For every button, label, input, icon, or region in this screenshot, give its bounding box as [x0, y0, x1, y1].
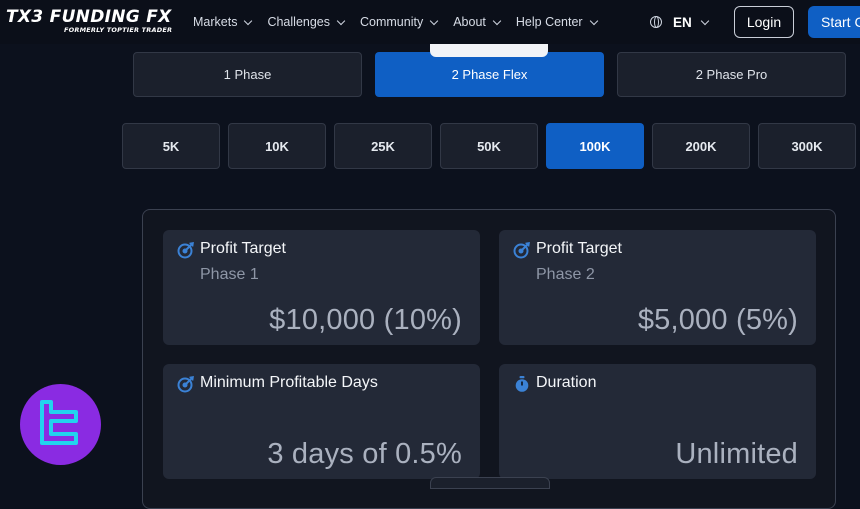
metric-subtitle: Phase 1 [200, 266, 259, 283]
metric-value: $5,000 (5%) [637, 304, 798, 336]
size-button-5k[interactable]: 5K [122, 123, 220, 169]
chevron-down-icon [492, 16, 502, 25]
nav-item-about[interactable]: About [453, 15, 502, 29]
size-button-300k[interactable]: 300K [758, 123, 856, 169]
metric-title: Minimum Profitable Days [200, 374, 378, 391]
chevron-down-icon [429, 16, 439, 25]
nav-item-label: Help Center [515, 15, 583, 29]
phase-tab-1-phase[interactable]: 1 Phase [133, 52, 362, 97]
watermark-glyph-icon [40, 400, 78, 445]
chevron-down-icon [589, 16, 598, 25]
chevron-down-icon [336, 16, 346, 25]
metric-subtitle: Phase 2 [536, 266, 595, 283]
panel-bottom-tab[interactable] [430, 477, 550, 489]
chevron-down-icon [244, 16, 253, 25]
metric-card-duration: Duration Unlimited [499, 364, 816, 479]
size-button-100k[interactable]: 100K [546, 123, 644, 169]
brand-name: TX3 FUNDING FX [6, 7, 172, 27]
nav-menu: Markets Challenges Community About Help … [193, 0, 598, 44]
metric-title: Duration [536, 374, 597, 391]
nav-item-help-center[interactable]: Help Center [515, 15, 598, 29]
target-icon [513, 241, 531, 264]
selected-tab-indicator [430, 44, 548, 57]
target-icon [177, 241, 195, 264]
challenge-details-panel: Profit Target Phase 1 $10,000 (10%) Prof… [142, 209, 836, 509]
size-button-50k[interactable]: 50K [440, 123, 538, 169]
nav-item-label: Markets [193, 15, 238, 29]
metric-title: Profit Target [536, 240, 622, 257]
nav-item-community[interactable]: Community [360, 15, 439, 29]
language-label: EN [673, 14, 692, 30]
phase-tab-2-phase-flex[interactable]: 2 Phase Flex [375, 52, 604, 97]
size-button-25k[interactable]: 25K [334, 123, 432, 169]
start-challenge-button[interactable]: Start C [808, 6, 860, 38]
nav-item-challenges[interactable]: Challenges [267, 15, 346, 29]
metric-card-profit-target-phase-2: Profit Target Phase 2 $5,000 (5%) [499, 230, 816, 345]
stopwatch-icon [513, 375, 531, 398]
metric-card-minimum-profitable-days: Minimum Profitable Days 3 days of 0.5% [163, 364, 480, 479]
top-nav: TX3 FUNDING FX FORMERLY TOPTIER TRADER M… [0, 0, 860, 44]
brand-logo[interactable]: TX3 FUNDING FX FORMERLY TOPTIER TRADER [6, 8, 172, 35]
size-button-10k[interactable]: 10K [228, 123, 326, 169]
nav-item-label: Community [360, 15, 424, 29]
watermark-logo [20, 384, 101, 465]
target-icon [177, 375, 195, 398]
language-selector[interactable]: EN [650, 0, 710, 44]
size-button-200k[interactable]: 200K [652, 123, 750, 169]
nav-item-label: About [453, 15, 486, 29]
metric-value: Unlimited [675, 438, 798, 470]
globe-icon [650, 16, 662, 28]
metric-value: $10,000 (10%) [269, 304, 462, 336]
metric-value: 3 days of 0.5% [267, 438, 462, 470]
nav-item-label: Challenges [267, 15, 330, 29]
chevron-down-icon [700, 16, 710, 25]
login-button[interactable]: Login [734, 6, 794, 38]
metric-card-profit-target-phase-1: Profit Target Phase 1 $10,000 (10%) [163, 230, 480, 345]
metric-title: Profit Target [200, 240, 286, 257]
brand-tagline: FORMERLY TOPTIER TRADER [64, 26, 173, 34]
phase-tab-2-phase-pro[interactable]: 2 Phase Pro [617, 52, 846, 97]
nav-item-markets[interactable]: Markets [193, 15, 253, 29]
